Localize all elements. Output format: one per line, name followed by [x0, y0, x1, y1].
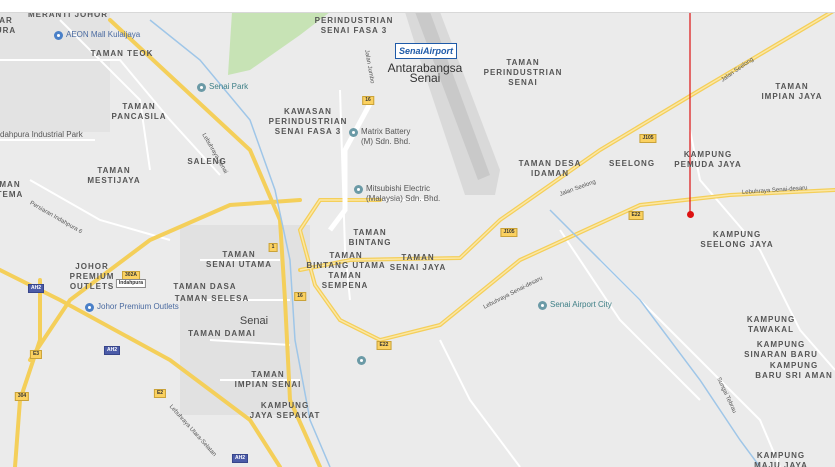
route-shield-e22-b: E22 — [376, 341, 392, 350]
area-label-kawasan-perindustrian-senai-fasa-1: PERINDUSTRIAN SENAI FASA 3 — [314, 16, 394, 35]
area-label-taman-desa-idaman: TAMAN DESA IDAMAN — [518, 159, 582, 178]
poi-unnamed-pin[interactable] — [357, 355, 369, 365]
map-canvas[interactable]: SenaiAirport MERANTI JOHORAR URATAMAN TE… — [0, 0, 835, 467]
area-label-taman-teok: TAMAN TEOK — [90, 49, 154, 58]
map-pin-icon — [85, 303, 94, 312]
area-label-kawasan-perindustrian-senai-fasa-3: KAWASAN PERINDUSTRIAN SENAI FASA 3 — [268, 107, 348, 136]
route-shield-r16-b: 16 — [294, 292, 306, 301]
route-shield-e3-a: E3 — [29, 350, 43, 359]
area-label-kampung-sinaran-baru: KAMPUNG SINARAN BARU — [744, 340, 818, 359]
senai-airport-logo[interactable]: SenaiAirport — [395, 43, 457, 59]
route-shield-ah2-b: AH2 — [103, 346, 121, 355]
poi-label: Senai Airport City — [550, 300, 612, 309]
map-pin-icon — [197, 83, 206, 92]
place-label-senai-town: Senai — [239, 315, 269, 327]
poi-mitsubishi-electric[interactable]: Mitsubishi Electric (Malaysia) Sdn. Bhd. — [354, 184, 440, 204]
location-marker[interactable] — [687, 211, 694, 218]
route-shield-r1: 1 — [268, 243, 278, 252]
area-label-taman-mestijaya: TAMAN MESTIJAYA — [87, 166, 141, 185]
map-pin-icon — [54, 31, 63, 40]
area-label-kampung-seelong-jaya: KAMPUNG SEELONG JAYA — [700, 230, 774, 249]
route-shield-j105-b: J105 — [500, 228, 518, 237]
area-label-taman-dasa: TAMAN DASA — [173, 282, 237, 291]
poi-aeon-mall-kulaijaya[interactable]: AEON Mall Kulaijaya — [54, 30, 140, 40]
area-label-ar-ura: AR URA — [0, 16, 17, 35]
poi-label: Matrix Battery (M) Sdn. Bhd. — [361, 127, 411, 146]
top-bar — [0, 0, 835, 13]
area-label-man-tema: MAN TEMA — [0, 180, 24, 199]
map-pin-icon — [538, 301, 547, 310]
area-label-taman-senai-utama: TAMAN SENAI UTAMA — [206, 250, 272, 269]
area-label-kampung-tawakal: KAMPUNG TAWAKAL — [746, 315, 796, 334]
area-label-kampung-jaya-sepakat: KAMPUNG JAYA SEPAKAT — [249, 401, 321, 420]
area-label-taman-bintang: TAMAN BINTANG — [348, 228, 392, 247]
area-label-taman-selesa: TAMAN SELESA — [174, 294, 250, 303]
area-label-taman-perindustrian-senai: TAMAN PERINDUSTRIAN SENAI — [483, 58, 563, 87]
area-label-taman-sempena: TAMAN SEMPENA — [321, 271, 369, 290]
area-label-johor-premium-outlets: JOHOR PREMIUM OUTLETS — [69, 262, 115, 291]
area-label-kampung-pemuda-jaya: KAMPUNG PEMUDA JAYA — [674, 150, 742, 169]
route-shield-e2: E2 — [153, 389, 167, 398]
area-label-seelong: SEELONG — [608, 159, 656, 168]
route-shield-r16-a: 16 — [362, 96, 374, 105]
map-pin-icon — [357, 356, 366, 365]
poi-senai-park[interactable]: Senai Park — [197, 82, 248, 92]
area-label-taman-impian-senai: TAMAN IMPIAN SENAI — [234, 370, 302, 389]
poi-label: Senai Park — [209, 82, 249, 91]
area-label-taman-impian-jaya: TAMAN IMPIAN JAYA — [761, 82, 823, 101]
poi-industrial-park: dahpura Industrial Park — [0, 130, 83, 139]
area-label-taman-senai-jaya: TAMAN SENAI JAYA — [389, 253, 447, 272]
poi-johor-premium-outlets-poi[interactable]: Johor Premium Outlets — [85, 302, 179, 312]
area-label-kampung-maju-jaya: KAMPUNG MAJU JAYA — [754, 451, 808, 467]
route-shield-ah2-c: AH2 — [231, 454, 249, 463]
route-shield-ah2-a: AH2 — [27, 284, 45, 293]
map-pin-icon — [349, 128, 358, 137]
poi-senai-airport-city[interactable]: Senai Airport City — [538, 300, 612, 310]
poi-label: AEON Mall Kulaijaya — [66, 30, 141, 39]
place-label-antarabangsa-senai: Antarabangsa Senai — [387, 61, 463, 85]
route-shield-e22-a: E22 — [628, 211, 644, 220]
map-pin-icon — [354, 185, 363, 194]
route-shield-indahpura: Indahpura — [115, 279, 147, 288]
area-label-taman-damai: TAMAN DAMAI — [188, 329, 256, 338]
area-label-taman-pancasila: TAMAN PANCASILA — [111, 102, 167, 121]
poi-matrix-battery[interactable]: Matrix Battery (M) Sdn. Bhd. — [349, 127, 410, 147]
route-shield-j105-a: J105 — [639, 134, 657, 143]
poi-label: Mitsubishi Electric (Malaysia) Sdn. Bhd. — [366, 184, 441, 203]
area-label-kampung-baru-sri-aman: KAMPUNG BARU SRI AMAN — [755, 361, 833, 380]
area-label-taman-bintang-utama: TAMAN BINTANG UTAMA — [306, 251, 386, 270]
route-shield-r304: 304 — [14, 392, 30, 401]
poi-label: Johor Premium Outlets — [97, 302, 179, 311]
